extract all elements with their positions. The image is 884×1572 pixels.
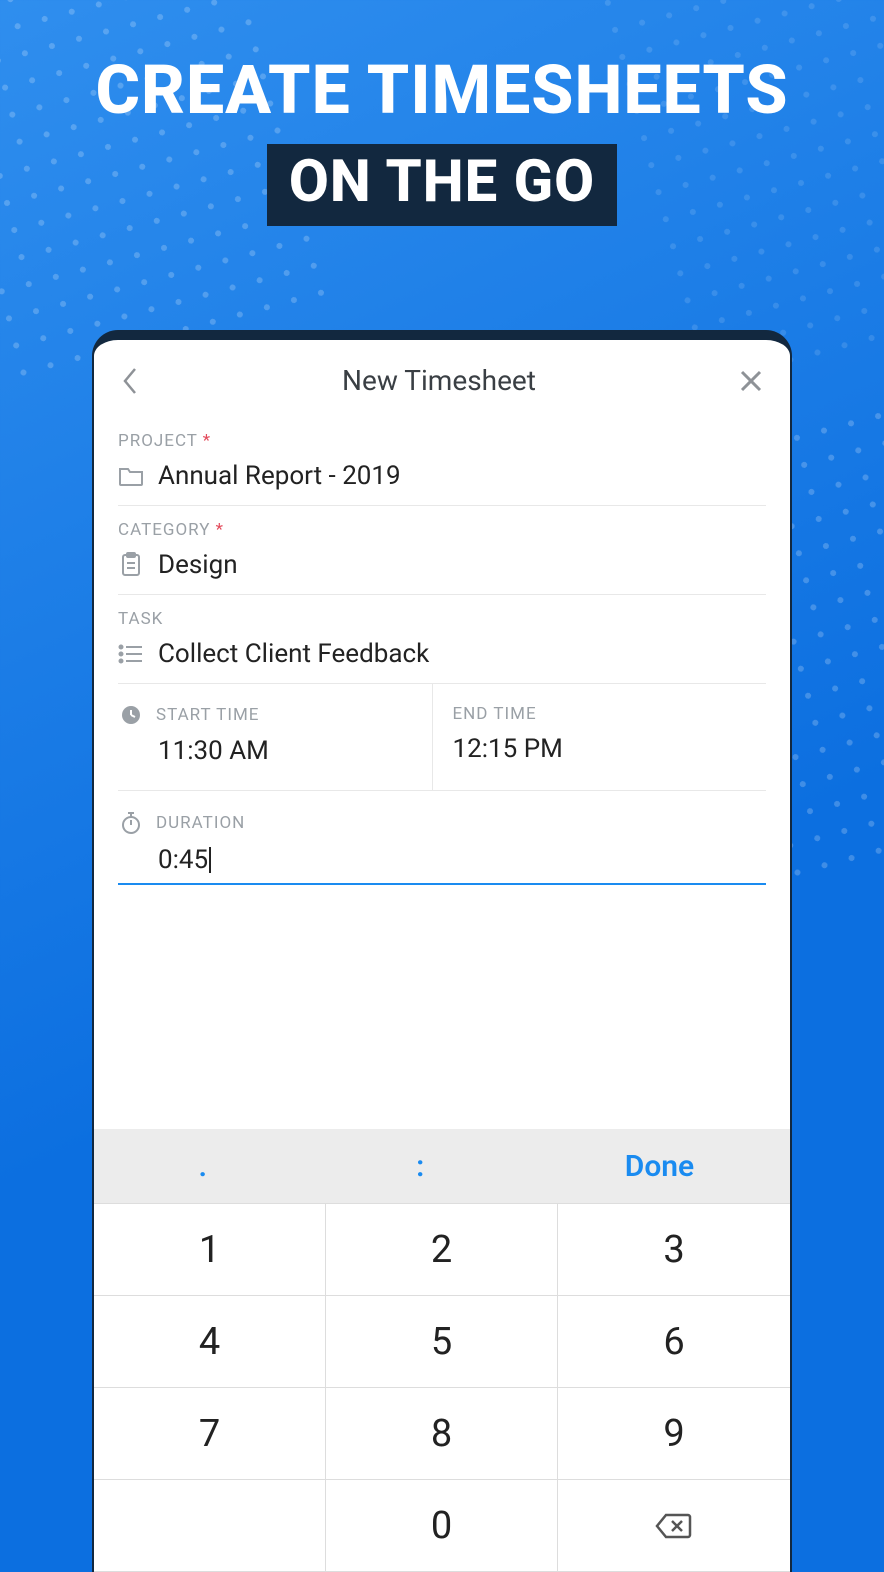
category-label-text: CATEGORY	[118, 520, 210, 540]
screen-header: New Timesheet	[94, 340, 790, 417]
project-field[interactable]: PROJECT * Annual Report - 2019	[118, 417, 766, 506]
close-button[interactable]	[738, 368, 764, 394]
keyboard-key-5[interactable]: 5	[326, 1296, 558, 1388]
keyboard-key-9[interactable]: 9	[558, 1388, 790, 1480]
start-time-value: 11:30 AM	[158, 736, 432, 766]
text-cursor	[209, 847, 211, 873]
keyboard-grid: 1 2 3 4 5 6 7 8 9 0	[94, 1203, 790, 1572]
keyboard-key-7[interactable]: 7	[94, 1388, 326, 1480]
keyboard-key-6[interactable]: 6	[558, 1296, 790, 1388]
task-field[interactable]: TASK Collect Client Feedback	[118, 595, 766, 684]
duration-field[interactable]: DURATION 0:45	[118, 791, 766, 885]
chevron-left-icon	[120, 365, 140, 397]
category-value: Design	[158, 550, 238, 580]
end-time-label: END TIME	[453, 704, 537, 724]
category-label: CATEGORY *	[118, 520, 766, 540]
keyboard-key-0[interactable]: 0	[326, 1480, 558, 1572]
keyboard-toolbar: . : Done	[94, 1129, 790, 1203]
project-label-text: PROJECT	[118, 431, 198, 451]
keyboard-colon-key[interactable]: :	[312, 1129, 530, 1203]
keyboard-key-2[interactable]: 2	[326, 1204, 558, 1296]
hero-line-1: CREATE TIMESHEETS	[0, 55, 884, 126]
keyboard-key-1[interactable]: 1	[94, 1204, 326, 1296]
start-time-field[interactable]: START TIME 11:30 AM	[118, 684, 432, 790]
clipboard-icon	[118, 552, 144, 578]
keyboard-key-empty	[94, 1480, 326, 1572]
duration-input[interactable]: 0:45	[118, 845, 766, 885]
task-value: Collect Client Feedback	[158, 639, 429, 669]
required-indicator: *	[203, 431, 211, 451]
hero-line-2-highlight: ON THE GO	[267, 144, 617, 226]
hero-line-2: ON THE GO	[289, 148, 595, 216]
task-label: TASK	[118, 609, 766, 629]
back-button[interactable]	[120, 365, 140, 397]
start-time-label: START TIME	[156, 705, 259, 725]
duration-value: 0:45	[158, 845, 208, 875]
required-indicator: *	[216, 520, 224, 540]
phone-frame: New Timesheet PROJECT * Annual Report - …	[92, 330, 792, 1572]
close-icon	[738, 368, 764, 394]
end-time-value: 12:15 PM	[453, 734, 767, 764]
backspace-icon	[654, 1512, 694, 1540]
clock-icon	[118, 704, 144, 726]
category-field[interactable]: CATEGORY * Design	[118, 506, 766, 595]
keyboard-dot-key[interactable]: .	[94, 1129, 312, 1203]
time-row: START TIME 11:30 AM END TIME 12:15 PM	[118, 684, 766, 791]
keyboard-key-8[interactable]: 8	[326, 1388, 558, 1480]
list-icon	[118, 644, 144, 664]
screen-title: New Timesheet	[342, 364, 536, 397]
keyboard-key-4[interactable]: 4	[94, 1296, 326, 1388]
project-value: Annual Report - 2019	[158, 461, 401, 491]
keyboard-key-3[interactable]: 3	[558, 1204, 790, 1296]
numeric-keyboard: . : Done 1 2 3 4 5 6 7 8 9 0	[94, 1129, 790, 1572]
keyboard-backspace-key[interactable]	[558, 1480, 790, 1572]
hero-banner: CREATE TIMESHEETS ON THE GO	[0, 55, 884, 226]
timesheet-form: PROJECT * Annual Report - 2019 CATEGORY …	[94, 417, 790, 885]
project-label: PROJECT *	[118, 431, 766, 451]
stopwatch-icon	[118, 811, 144, 835]
keyboard-done-button[interactable]: Done	[529, 1129, 790, 1203]
end-time-field[interactable]: END TIME 12:15 PM	[432, 684, 767, 790]
folder-icon	[118, 465, 144, 487]
duration-label: DURATION	[156, 813, 245, 833]
